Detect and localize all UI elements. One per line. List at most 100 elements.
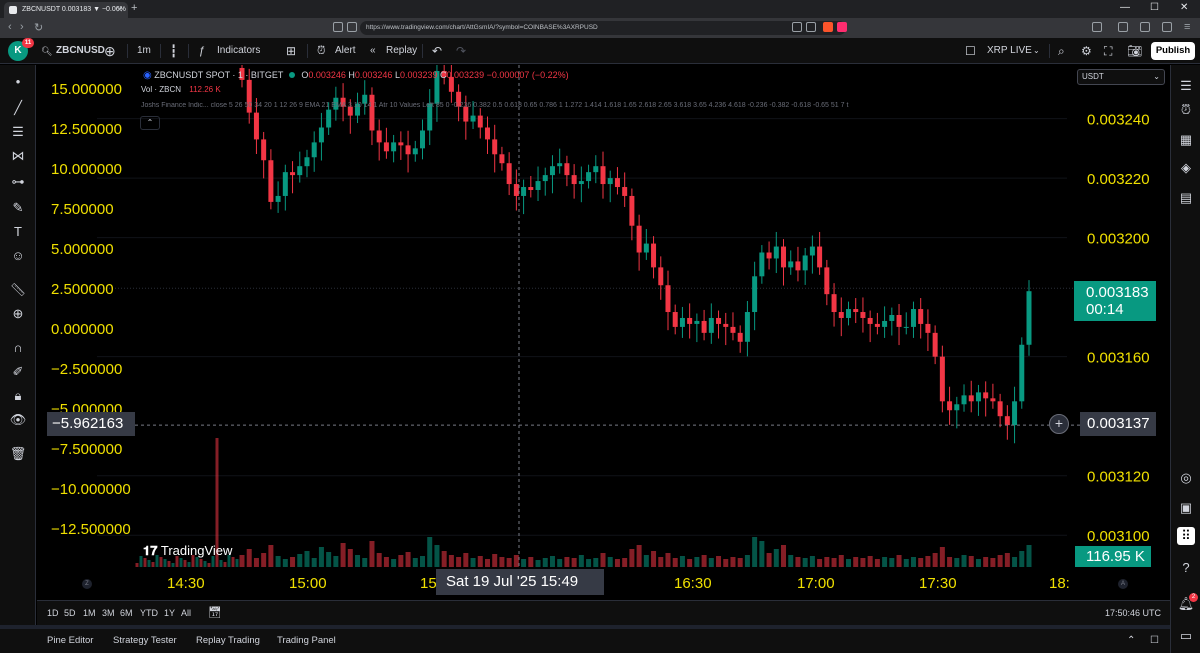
rewards-icon[interactable] [837,22,847,32]
interval-button[interactable]: 1m [137,38,151,64]
url-field[interactable]: https://www.tradingview.com/chart/AttGsm… [360,21,846,35]
watchlist-icon[interactable]: ☰ [1177,77,1195,95]
layout-name-button[interactable]: XRP LIVE [987,38,1032,64]
settings-gear-icon[interactable]: ⚙︎ [1081,38,1092,64]
indicators-button[interactable]: Indicators [217,38,260,64]
currency-select[interactable]: USDT ⌄ [1077,69,1165,85]
forward-icon[interactable]: › [20,21,24,33]
maximize-icon[interactable]: ☐ [1150,2,1159,13]
crosshair-cursor-icon[interactable]: • [9,73,27,91]
stay-in-drawing-mode-icon[interactable]: ✐ [9,363,27,381]
sidebar-toggle-icon[interactable] [1092,22,1102,32]
chevron-down-icon[interactable]: ⌄ [1033,38,1040,64]
range-1y[interactable]: 1Y [164,601,175,625]
range-6m[interactable]: 6M [120,601,133,625]
emoji-icon[interactable]: ☺ [9,247,27,265]
watchlist-layout-icon[interactable]: ☐ [965,38,976,64]
chart-pane[interactable]: 15.000000 12.500000 10.000000 7.500000 5.000… [37,65,1170,600]
chat-icon[interactable]: ▭ [1177,627,1195,645]
collapse-legend-chevron-icon[interactable]: ⌃ [140,116,160,130]
redo-icon[interactable]: ↷ [456,38,466,64]
go-to-date-calendar-icon[interactable]: 📅︎ [208,601,222,625]
text-tool-icon[interactable]: T [9,223,27,241]
extension-icon[interactable] [806,22,816,32]
add-alert-plus-icon[interactable]: + [1049,414,1069,434]
fullscreen-icon[interactable]: ⛶ [1104,38,1112,64]
utc-clock[interactable]: 17:50:46 UTC [1105,601,1161,625]
data-window-icon[interactable]: ▦ [1177,131,1195,149]
site-info-icon[interactable] [347,22,357,32]
browser-menu-icon[interactable]: ≡ [1184,21,1190,33]
snapshot-camera-icon[interactable]: 📷︎ [1127,38,1142,64]
range-1d[interactable]: 1D [47,601,59,625]
range-1m[interactable]: 1M [83,601,96,625]
tab-trading-panel[interactable]: Trading Panel [277,629,336,653]
publish-button[interactable]: Publish [1151,42,1195,60]
indicator-legend[interactable]: Joshs Finance Indic... close 5 26 50 34 … [141,102,1011,109]
reload-icon[interactable]: ↻ [34,21,43,34]
object-tree-layers-icon[interactable]: ◈ [1177,159,1195,177]
range-all[interactable]: All [181,601,191,625]
ruler-icon[interactable]: 📏︎ [9,281,27,299]
price-chart[interactable]: 15.000000 12.500000 10.000000 7.500000 5.000… [37,65,1170,600]
maximize-panel-icon[interactable]: ☐ [1150,629,1159,653]
trash-icon[interactable]: 🗑︎ [9,445,27,463]
fib-retracement-icon[interactable]: ☰ [9,123,27,141]
oscillator-axis: 15.000000 12.500000 10.000000 7.500000 5.000… [51,81,131,538]
avatar[interactable]: K 11 [8,38,34,61]
volume-legend[interactable]: Vol · ZBCN 112.26 K [141,85,221,94]
downloads-icon[interactable] [1162,22,1172,32]
symbol-search-button[interactable]: ZBCNUSD [56,38,105,64]
magnet-icon[interactable]: ∩ [9,339,27,357]
alert-button[interactable]: Alert [335,38,356,64]
share-icon[interactable] [792,22,802,32]
auto-scale-a-icon[interactable]: A [1118,579,1128,589]
brave-shield-icon[interactable] [823,22,833,32]
calendar-icon[interactable]: ▣ [1177,499,1195,517]
alerts-clock-icon[interactable]: ⏰︎ [1177,101,1195,119]
replay-button[interactable]: Replay [386,38,417,64]
ideas-target-icon[interactable]: ◎ [1177,469,1195,487]
vpn-icon[interactable] [1140,22,1150,32]
brush-icon[interactable]: ✎ [9,199,27,217]
collapse-panel-chevron-icon[interactable]: ⌃ [1127,629,1135,653]
close-tab-icon[interactable]: ✕ [116,2,123,18]
axis-scale-z-icon[interactable]: Z [82,579,92,589]
compare-symbol-icon[interactable]: ⊕ [104,38,116,64]
bookmark-icon[interactable] [333,22,343,32]
help-icon[interactable]: ? [1177,559,1195,577]
tab-pine-editor[interactable]: Pine Editor [47,629,93,653]
back-icon[interactable]: ‹ [8,21,12,33]
hide-drawings-eye-icon[interactable]: 👁︎ [9,411,27,429]
tab-replay-trading[interactable]: Replay Trading [196,629,260,653]
candle-body [665,285,671,313]
zoom-in-icon[interactable]: ⊕ [9,305,27,323]
volume-bar [629,549,635,567]
candle-body [766,252,772,259]
calendar-grid-icon[interactable]: ▤ [1177,189,1195,207]
undo-icon[interactable]: ↶ [432,38,442,64]
lock-icon[interactable]: 🔒︎ [9,387,27,405]
notifications-bell-icon[interactable]: 🔔︎ 2 [1177,593,1198,613]
range-5d[interactable]: 5D [64,601,76,625]
projection-tool-icon[interactable]: ⊶ [9,173,27,191]
time-tick-label: 14:30 [167,575,205,592]
browser-tab[interactable]: ZBCNUSDT 0.003183 ▼ −0.06% ✕ [4,2,128,18]
pattern-tool-icon[interactable]: ⋈ [9,147,27,165]
minimize-icon[interactable]: — [1120,2,1130,13]
quick-search-icon[interactable]: ⌕ [1058,38,1065,64]
change-value: −0.000007 (−0.22%) [486,70,569,80]
tab-strategy-tester[interactable]: Strategy Tester [113,629,177,653]
trend-line-icon[interactable]: ╱ [9,99,27,117]
hotlists-grid-icon[interactable]: ⠿ [1177,527,1195,545]
close-window-icon[interactable]: ✕ [1180,2,1188,13]
symbol-search-icon[interactable]: 🔍︎ [41,38,52,64]
new-tab-icon[interactable]: + [131,2,137,14]
main-series-legend[interactable]: ◉ ZBCNUSDT SPOT · 1 · BITGET O0.003246 H… [143,70,569,81]
layout-templates-icon[interactable]: ⊞ [286,38,296,64]
volume-bar [362,558,368,567]
range-ytd[interactable]: YTD [140,601,158,625]
candles-chart-type-icon[interactable]: ┇ [170,38,177,64]
wallet-icon[interactable] [1118,22,1128,32]
range-3m[interactable]: 3M [102,601,115,625]
